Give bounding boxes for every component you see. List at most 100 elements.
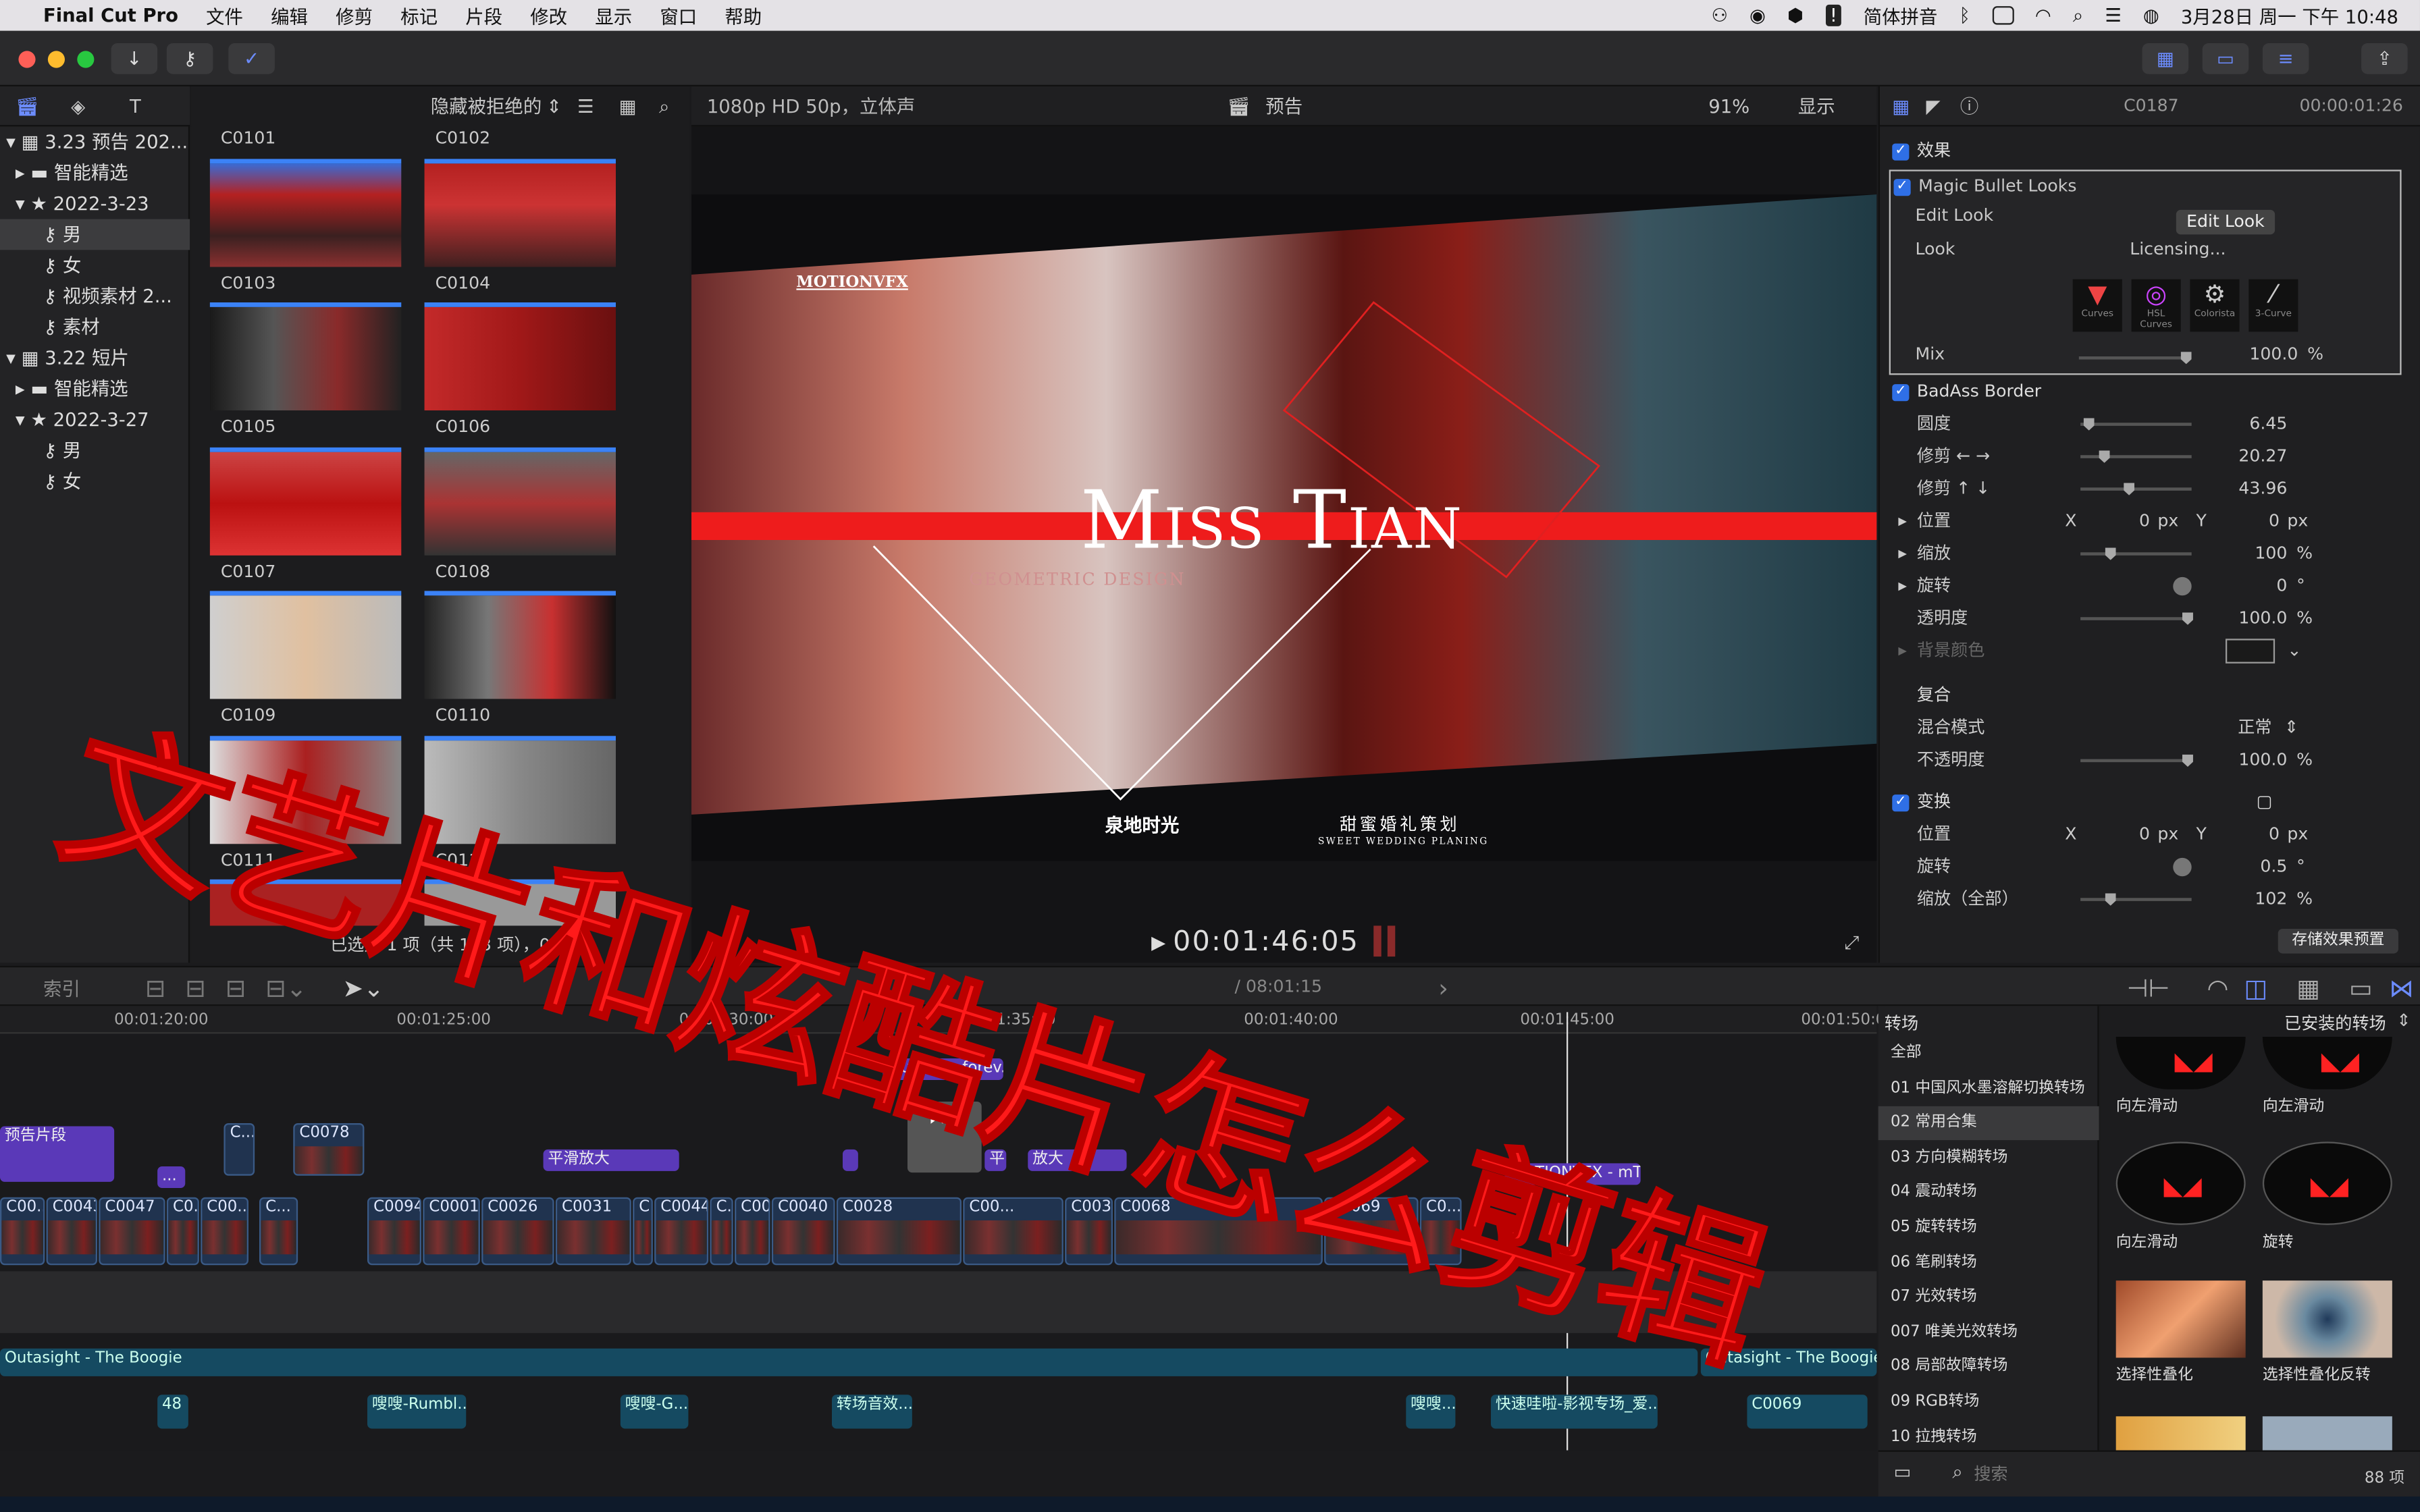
primary-clip[interactable]: C0044: [654, 1197, 709, 1266]
primary-clip[interactable]: C0040: [771, 1197, 835, 1266]
share-icon[interactable]: ⇪: [2361, 43, 2408, 74]
filmstrip-icon[interactable]: ▦: [619, 86, 637, 126]
sfx-clip[interactable]: C0069: [1747, 1395, 1868, 1429]
disclosure-icon[interactable]: ▸: [1898, 539, 1907, 570]
battery-icon[interactable]: [1991, 6, 2014, 25]
primary-clip[interactable]: C0001: [423, 1197, 480, 1266]
transition-thumb[interactable]: ◣◢: [2262, 1036, 2392, 1089]
connected-clip[interactable]: ...: [157, 1166, 186, 1188]
keyword-collection[interactable]: ⚷ 视频素材 2...: [0, 281, 190, 312]
chevron-updown-icon[interactable]: ⇕: [2396, 1010, 2411, 1031]
app-menu[interactable]: Final Cut Pro: [43, 5, 178, 26]
primary-clip[interactable]: C...: [259, 1197, 298, 1266]
alert-icon[interactable]: !: [1824, 4, 1842, 26]
snapping-icon[interactable]: ▦: [2296, 973, 2320, 1002]
clip-appearance-icon[interactable]: ▭: [2349, 973, 2373, 1002]
photos-icon[interactable]: ◈: [71, 86, 85, 126]
menu-file[interactable]: 文件: [206, 2, 243, 28]
edit-look-button[interactable]: Edit Look: [2176, 209, 2276, 235]
search-icon[interactable]: ⌕: [2073, 4, 2083, 27]
position-x-value[interactable]: 0: [2139, 819, 2150, 850]
sfx-clip[interactable]: 快速哇啦-影视专场_爱...: [1490, 1395, 1658, 1429]
clip-thumbnail[interactable]: [209, 159, 402, 267]
bluetooth-icon[interactable]: ᛒ: [1959, 5, 1970, 26]
effects-section[interactable]: ✓ 效果: [1892, 136, 2420, 167]
param-value[interactable]: 6.45: [2249, 409, 2287, 440]
colorista-tool[interactable]: ⚙ Colorista: [2190, 279, 2240, 332]
hsl-curves-tool[interactable]: ◎ HSL Curves: [2131, 279, 2181, 332]
param-value[interactable]: 43.96: [2238, 474, 2287, 505]
transition-category[interactable]: 04 震动转场: [1878, 1177, 2099, 1210]
filter-popup[interactable]: 隐藏被拒绝的: [431, 86, 542, 126]
menu-view[interactable]: 显示: [595, 2, 632, 28]
siri-icon[interactable]: ◍: [2143, 5, 2159, 26]
info-icon[interactable]: ⓘ: [1960, 86, 1978, 126]
inspector-toggle-icon[interactable]: ≡: [2262, 43, 2309, 74]
checkbox[interactable]: ✓: [1892, 383, 1910, 401]
disclosure-icon[interactable]: ▸: [1898, 636, 1907, 667]
connect-icon[interactable]: ⊟: [145, 973, 166, 1002]
param-value[interactable]: 102: [2255, 884, 2287, 915]
checkbox[interactable]: ✓: [1893, 178, 1911, 196]
keyword-collection[interactable]: ⚷ 女: [0, 250, 190, 281]
trim-v-slider[interactable]: [2080, 483, 2192, 495]
transition-category[interactable]: 06 笔刷转场: [1878, 1246, 2099, 1280]
menu-help[interactable]: 帮助: [725, 2, 762, 28]
primary-clip[interactable]: C0028: [836, 1197, 962, 1266]
background-tasks-button[interactable]: ✓: [228, 43, 275, 74]
libraries-icon[interactable]: 🎬︎: [16, 86, 39, 126]
menu-clip[interactable]: 片段: [465, 2, 502, 28]
param-value[interactable]: 20.27: [2238, 441, 2287, 473]
sfx-clip[interactable]: 转场音效...: [831, 1395, 912, 1429]
param-value[interactable]: 100.0: [2238, 745, 2287, 776]
transition-thumb[interactable]: ◣◢: [2262, 1141, 2392, 1225]
scale-slider[interactable]: [2080, 893, 2192, 906]
control-center-icon[interactable]: ☰: [2105, 5, 2122, 26]
search-icon[interactable]: ⌕: [659, 86, 669, 126]
event-item[interactable]: ▾ ★ 2022-3-27: [0, 404, 190, 435]
keyword-collection[interactable]: ⚷ 男: [0, 219, 190, 250]
sfx-clip[interactable]: 嗖嗖...: [1406, 1395, 1456, 1429]
overwrite-icon[interactable]: ⊟⌄: [265, 973, 307, 1002]
disclosure-icon[interactable]: ▸: [1898, 506, 1907, 537]
transform-section[interactable]: ✓ 变换 ▢: [1892, 787, 2420, 818]
sidebar-toggle-icon[interactable]: ▭: [1894, 1461, 1912, 1483]
transitions-browser-icon[interactable]: ⋈: [2389, 973, 2414, 1002]
trim-h-slider[interactable]: [2080, 450, 2192, 463]
blend-mode-popup[interactable]: 正常: [2238, 713, 2271, 744]
menu-edit[interactable]: 编辑: [271, 2, 308, 28]
param-value[interactable]: 100: [2255, 539, 2287, 570]
rotation-dial[interactable]: [2173, 576, 2192, 596]
import-button[interactable]: ↓: [111, 43, 158, 74]
smart-collection[interactable]: ▸ ▬ 智能精选: [0, 373, 190, 404]
sfx-clip[interactable]: 48: [157, 1395, 188, 1429]
opacity-slider[interactable]: [2080, 612, 2193, 625]
transition-category[interactable]: 08 局部故障转场: [1878, 1351, 2099, 1384]
chevron-down-icon[interactable]: ⌄: [2287, 636, 2301, 667]
color-well[interactable]: [2225, 639, 2276, 664]
mix-value[interactable]: 100.0: [2224, 344, 2298, 364]
library-item[interactable]: ▾ ▦ 3.22 短片: [0, 342, 190, 373]
param-value[interactable]: 100.0: [2238, 603, 2287, 634]
position-y-value[interactable]: 0: [2269, 506, 2280, 537]
clip-thumbnail[interactable]: [424, 159, 616, 267]
param-value[interactable]: 0.5: [2260, 852, 2287, 883]
clip-thumbnail[interactable]: [424, 447, 616, 556]
primary-clip[interactable]: C0047: [99, 1197, 165, 1266]
primary-clip[interactable]: C0...: [166, 1197, 199, 1266]
menu-mark[interactable]: 标记: [400, 2, 438, 28]
checkbox[interactable]: ✓: [1892, 793, 1910, 811]
position-x-value[interactable]: 0: [2139, 506, 2150, 537]
clip-thumbnail[interactable]: [209, 591, 402, 699]
curves-tool[interactable]: ▼ Curves: [2072, 279, 2122, 332]
forward-icon[interactable]: ›: [1438, 973, 1448, 1002]
transition-category[interactable]: 10 拉拽转场: [1878, 1420, 2099, 1454]
clock[interactable]: 3月28日 周一 下午 10:48: [2181, 2, 2398, 28]
transition-category[interactable]: 03 方向模糊转场: [1878, 1141, 2099, 1175]
roundness-slider[interactable]: [2080, 418, 2192, 431]
smart-collection[interactable]: ▸ ▬ 智能精选: [0, 157, 190, 188]
shield-icon[interactable]: ⬢: [1787, 5, 1804, 26]
video-frame[interactable]: Miss Tian GEOMETRIC DESIGN MOTIONVFX 泉地时…: [691, 194, 1877, 861]
connected-clip[interactable]: C...: [223, 1123, 255, 1176]
clip-thumbnail[interactable]: [209, 447, 402, 556]
